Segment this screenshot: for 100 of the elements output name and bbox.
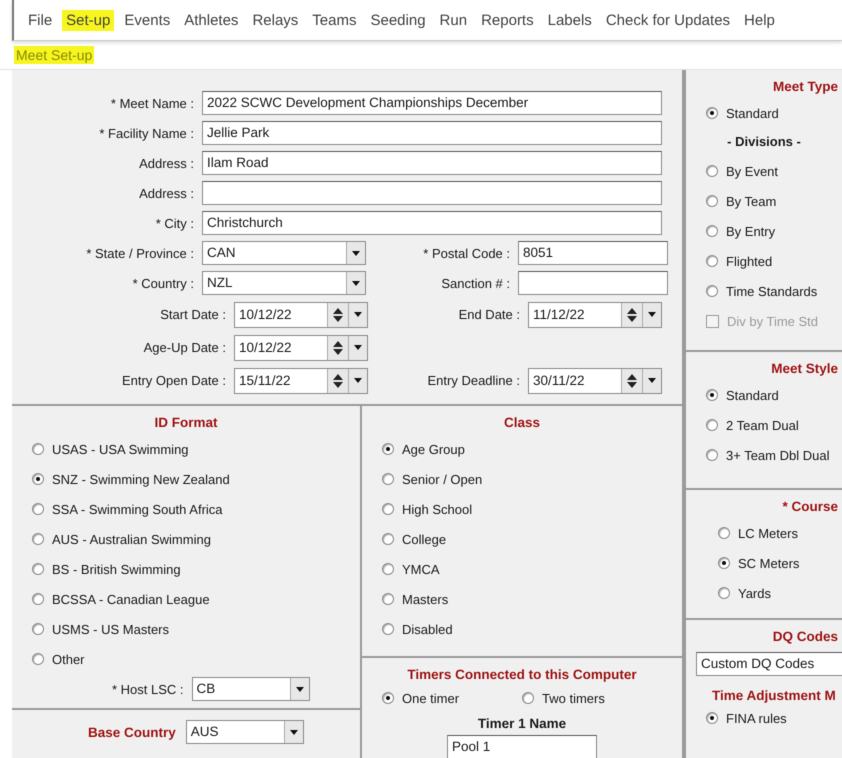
menu-item[interactable]: Seeding (366, 10, 430, 30)
radio-button[interactable] (706, 165, 718, 177)
radio-label[interactable]: Two timers (542, 690, 605, 706)
menu-item[interactable]: Athletes (180, 10, 242, 30)
radio-label[interactable]: SNZ - Swimming New Zealand (52, 472, 230, 486)
dropdown-field[interactable]: AUS (186, 720, 304, 744)
radio-label[interactable]: USMS - US Masters (52, 622, 170, 636)
dropdown-arrow-icon[interactable] (290, 730, 298, 734)
radio-button[interactable] (382, 533, 394, 545)
menu-item[interactable]: Help (740, 10, 779, 30)
dropdown-arrow-icon[interactable] (354, 312, 362, 317)
radio-label[interactable]: USAS - USA Swimming (52, 442, 189, 456)
text-field[interactable] (518, 271, 668, 295)
radio-button[interactable] (382, 503, 394, 515)
radio-button[interactable] (706, 195, 718, 207)
radio-label[interactable]: High School (402, 502, 472, 516)
text-field[interactable]: Christchurch (202, 211, 662, 235)
date-field[interactable]: 10/12/22 (234, 334, 368, 360)
radio-label[interactable]: By Event (726, 164, 778, 178)
dropdown-arrow-icon[interactable] (354, 378, 362, 383)
spinner-icon[interactable] (332, 340, 344, 356)
radio-label[interactable]: 3+ Team Dbl Dual (726, 448, 830, 462)
radio-button[interactable] (382, 443, 394, 455)
radio-button[interactable] (718, 527, 730, 539)
radio-button[interactable] (382, 692, 394, 704)
radio-button[interactable] (706, 419, 718, 431)
radio-label[interactable]: Age Group (402, 442, 465, 456)
radio-label[interactable]: SSA - Swimming South Africa (52, 502, 223, 516)
radio-label[interactable]: Masters (402, 592, 448, 606)
radio-label[interactable]: FINA rules (726, 710, 787, 726)
dropdown-field[interactable]: NZL (202, 271, 366, 295)
radio-label[interactable]: LC Meters (738, 526, 798, 540)
radio-button[interactable] (706, 449, 718, 461)
menu-item[interactable]: Run (436, 10, 472, 30)
text-field[interactable]: Pool 1 (447, 735, 597, 758)
date-field[interactable]: 11/12/22 (528, 302, 662, 328)
radio-button[interactable] (32, 593, 44, 605)
menu-item[interactable]: Events (120, 10, 174, 30)
radio-button[interactable] (32, 533, 44, 545)
radio-button[interactable] (32, 503, 44, 515)
radio-button[interactable] (706, 389, 718, 401)
radio-label[interactable]: AUS - Australian Swimming (52, 532, 211, 546)
radio-button[interactable] (706, 285, 718, 297)
menu-item[interactable]: Reports (477, 10, 538, 30)
radio-label[interactable]: Standard (726, 106, 779, 120)
dropdown-field[interactable]: CAN (202, 241, 366, 265)
radio-button[interactable] (382, 473, 394, 485)
radio-label[interactable]: One timer (402, 690, 460, 706)
radio-label[interactable]: BCSSA - Canadian League (52, 592, 210, 606)
text-field[interactable]: 2022 SCWC Development Championships December (202, 91, 662, 115)
radio-label[interactable]: 2 Team Dual (726, 418, 799, 432)
radio-button[interactable] (382, 593, 394, 605)
radio-button[interactable] (706, 712, 718, 724)
text-field[interactable]: Custom DQ Codes (696, 652, 842, 676)
dropdown-arrow-icon[interactable] (352, 280, 360, 286)
radio-label[interactable]: Standard (726, 388, 779, 402)
menu-item[interactable]: Set-up (62, 10, 114, 30)
menu-item[interactable]: Labels (544, 10, 596, 30)
menu-item[interactable]: Relays (248, 10, 302, 30)
date-field[interactable]: 10/12/22 (234, 302, 368, 328)
radio-label[interactable]: By Team (726, 194, 776, 208)
text-field[interactable]: Jellie Park (202, 121, 662, 145)
radio-label[interactable]: Other (52, 652, 85, 666)
radio-button[interactable] (32, 473, 44, 485)
menu-item[interactable]: Teams (308, 10, 360, 30)
radio-button[interactable] (382, 563, 394, 575)
dropdown-arrow-icon[interactable] (648, 378, 656, 383)
dropdown-arrow-icon[interactable] (648, 312, 656, 317)
radio-button[interactable] (522, 692, 534, 704)
spinner-icon[interactable] (332, 372, 344, 388)
radio-label[interactable]: SC Meters (738, 556, 800, 570)
dropdown-arrow-icon[interactable] (296, 686, 304, 692)
radio-label[interactable]: Time Standards (726, 284, 818, 298)
radio-button[interactable] (706, 255, 718, 267)
menu-item[interactable]: Check for Updates (602, 10, 734, 30)
menu-item[interactable]: File (24, 10, 56, 30)
dropdown-arrow-icon[interactable] (352, 250, 360, 256)
radio-label[interactable]: Disabled (402, 622, 453, 636)
radio-label[interactable]: BS - British Swimming (52, 562, 181, 576)
radio-label[interactable]: College (402, 532, 446, 546)
text-field[interactable] (202, 181, 662, 205)
text-field[interactable]: Ilam Road (202, 151, 662, 175)
radio-button[interactable] (32, 563, 44, 575)
spinner-icon[interactable] (626, 372, 638, 388)
radio-button[interactable] (382, 623, 394, 635)
radio-label[interactable]: Yards (738, 586, 771, 600)
spinner-icon[interactable] (332, 306, 344, 322)
radio-label[interactable]: Senior / Open (402, 472, 482, 486)
radio-label[interactable]: YMCA (402, 562, 440, 576)
radio-button[interactable] (32, 443, 44, 455)
dropdown-arrow-icon[interactable] (354, 345, 362, 350)
date-field[interactable]: 15/11/22 (234, 368, 368, 394)
radio-button[interactable] (706, 225, 718, 237)
radio-button[interactable] (718, 557, 730, 569)
radio-button[interactable] (32, 653, 44, 665)
radio-button[interactable] (32, 623, 44, 635)
dropdown-field[interactable]: CB (192, 677, 310, 701)
date-field[interactable]: 30/11/22 (528, 368, 662, 394)
radio-label[interactable]: By Entry (726, 224, 776, 238)
radio-button[interactable] (706, 107, 718, 119)
